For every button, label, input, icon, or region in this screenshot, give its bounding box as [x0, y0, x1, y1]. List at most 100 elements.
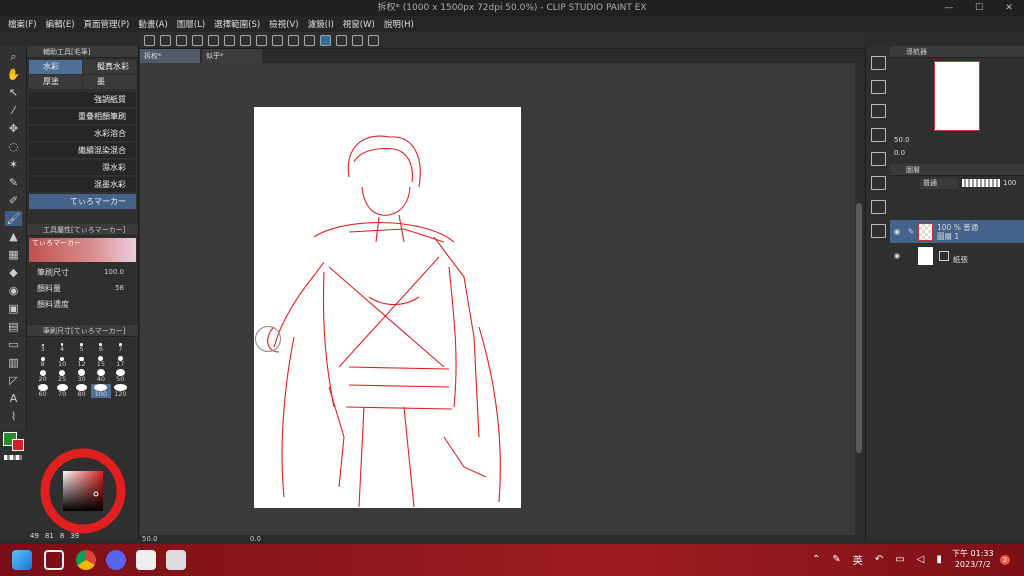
brush-size-preset[interactable]: 12: [72, 354, 91, 368]
menu-help[interactable]: 說明(H): [384, 18, 414, 30]
menu-window[interactable]: 視窗(W): [343, 18, 375, 30]
chrome-icon[interactable]: [76, 550, 96, 570]
menu-page[interactable]: 頁面管理(P): [84, 18, 130, 30]
brush-size-preset[interactable]: 17: [111, 354, 130, 368]
brush-size-preset[interactable]: 20: [33, 369, 52, 383]
open-file-icon[interactable]: [176, 34, 187, 46]
document-tab[interactable]: 似乎*: [202, 49, 262, 63]
layer-row-selected[interactable]: ◉ ✎ 100 % 普通 圖層 1: [890, 220, 1024, 243]
paint-density-row[interactable]: 顏料濃度: [27, 296, 138, 312]
color-wheel[interactable]: [40, 448, 126, 534]
brush-size-preset[interactable]: 10: [52, 354, 71, 368]
brush-size-preset[interactable]: 70: [52, 384, 71, 398]
decoration-icon[interactable]: ▦: [5, 247, 22, 262]
figure-icon[interactable]: ▭: [5, 337, 22, 352]
brush-size-value[interactable]: 100.0: [104, 268, 124, 276]
transform-icon[interactable]: [272, 34, 283, 46]
angle-readout[interactable]: 0.0: [250, 535, 261, 543]
palette-toggle-icon[interactable]: [871, 80, 886, 94]
minimize-button[interactable]: —: [934, 0, 964, 16]
discord-icon[interactable]: [106, 550, 126, 570]
blend-mode-select[interactable]: 普通: [920, 178, 958, 189]
fill-icon[interactable]: [256, 34, 267, 46]
visibility-eye-icon[interactable]: ◉: [890, 251, 904, 260]
opacity-slider[interactable]: [962, 179, 1000, 187]
palette-toggle-icon[interactable]: [871, 224, 886, 238]
brush-item[interactable]: 繼續混染混合: [29, 143, 136, 159]
pencil-icon[interactable]: ✐: [5, 193, 22, 208]
companion-icon[interactable]: [368, 34, 379, 46]
move-icon[interactable]: ✥: [5, 121, 22, 136]
snap-ruler-icon[interactable]: [320, 34, 331, 46]
brush-size-preset[interactable]: 6: [91, 339, 110, 353]
text-icon[interactable]: A: [5, 391, 22, 406]
palette-toggle-icon[interactable]: [871, 56, 886, 70]
sub-color-swatch[interactable]: [12, 439, 24, 451]
snap-special-ruler-icon[interactable]: [336, 34, 347, 46]
brush-item[interactable]: 水彩溶合: [29, 126, 136, 142]
zoom-icon[interactable]: ⌕: [5, 49, 22, 64]
palette-toggle-icon[interactable]: [871, 200, 886, 214]
brush-icon[interactable]: 🖌: [5, 211, 22, 226]
menu-animation[interactable]: 動畫(A): [138, 18, 167, 30]
subtool-group-watercolor[interactable]: 水彩: [29, 60, 82, 74]
gradient-icon[interactable]: ▤: [5, 319, 22, 334]
eyedropper-icon[interactable]: ⁄: [5, 103, 22, 118]
frame-icon[interactable]: ▥: [5, 355, 22, 370]
subtool-group-real-watercolor[interactable]: 擬真水彩: [83, 60, 136, 74]
brush-size-row[interactable]: 筆刷尺寸 100.0: [27, 264, 138, 280]
subtool-group-ink[interactable]: 墨: [83, 75, 136, 89]
deselect-icon[interactable]: [288, 34, 299, 46]
menu-edit[interactable]: 編輯(E): [46, 18, 75, 30]
brush-size-preset[interactable]: 80: [72, 384, 91, 398]
brush-item[interactable]: 濕水彩: [29, 160, 136, 176]
menu-view[interactable]: 檢視(V): [269, 18, 298, 30]
brush-size-preset[interactable]: 120: [111, 384, 130, 398]
menu-layer[interactable]: 圖層(L): [177, 18, 205, 30]
brush-size-preset[interactable]: 4: [52, 339, 71, 353]
palette-toggle-icon[interactable]: [871, 176, 886, 190]
battery-icon[interactable]: ▮: [936, 554, 942, 565]
menu-filter[interactable]: 濾鏡(I): [308, 18, 334, 30]
transparent-color-swatch[interactable]: [4, 455, 22, 460]
palette-toggle-icon[interactable]: [871, 104, 886, 118]
paint-amount-row[interactable]: 顏料量 58: [27, 280, 138, 296]
navigator-angle-value[interactable]: 0.0: [894, 149, 905, 157]
visibility-eye-icon[interactable]: ◉: [890, 227, 904, 236]
pen-menu-icon[interactable]: ✎: [832, 554, 840, 565]
network-icon[interactable]: ▭: [895, 554, 904, 565]
brush-size-preset[interactable]: 8: [33, 354, 52, 368]
undo-ime-icon[interactable]: ↶: [875, 554, 883, 565]
magic-wand-icon[interactable]: ✶: [5, 157, 22, 172]
new-file-icon[interactable]: [160, 34, 171, 46]
volume-icon[interactable]: ◁: [917, 554, 925, 565]
document-tab-active[interactable]: 拆权*: [140, 49, 200, 63]
balloon-icon[interactable]: ⌇: [5, 409, 22, 424]
paint-amount-value[interactable]: 58: [115, 284, 124, 292]
brush-size-preset[interactable]: 40: [91, 369, 110, 383]
brush-size-preset[interactable]: 7: [111, 339, 130, 353]
palette-toggle-icon[interactable]: [871, 128, 886, 142]
brush-size-preset[interactable]: 15: [91, 354, 110, 368]
windows-start-icon[interactable]: [12, 550, 32, 570]
redo-icon[interactable]: [224, 34, 235, 46]
invert-selection-icon[interactable]: [304, 34, 315, 46]
palette-toggle-icon[interactable]: [871, 152, 886, 166]
fill-tool-icon[interactable]: ▣: [5, 301, 22, 316]
brush-item[interactable]: 重疊相顏筆刷: [29, 109, 136, 125]
navigator-angle[interactable]: 0.0: [894, 149, 905, 157]
blend-icon[interactable]: ◉: [5, 283, 22, 298]
save-icon[interactable]: [192, 34, 203, 46]
notification-badge[interactable]: 2: [1000, 555, 1010, 565]
canvas-paper[interactable]: [254, 107, 521, 508]
clip-studio-paint-icon[interactable]: [166, 550, 186, 570]
clip-studio-icon[interactable]: [136, 550, 156, 570]
undo-icon[interactable]: [208, 34, 219, 46]
brush-item-selected[interactable]: てぃろマーカー: [29, 194, 136, 210]
ruler-icon[interactable]: ◸: [5, 373, 22, 388]
navigator-zoom-value[interactable]: 50.0: [894, 136, 910, 144]
clock[interactable]: 下午 01:33 2023/7/2: [952, 548, 994, 570]
pen-icon[interactable]: ✎: [5, 175, 22, 190]
operation-icon[interactable]: ↖: [5, 85, 22, 100]
navigator-zoom[interactable]: 50.0: [894, 136, 910, 144]
